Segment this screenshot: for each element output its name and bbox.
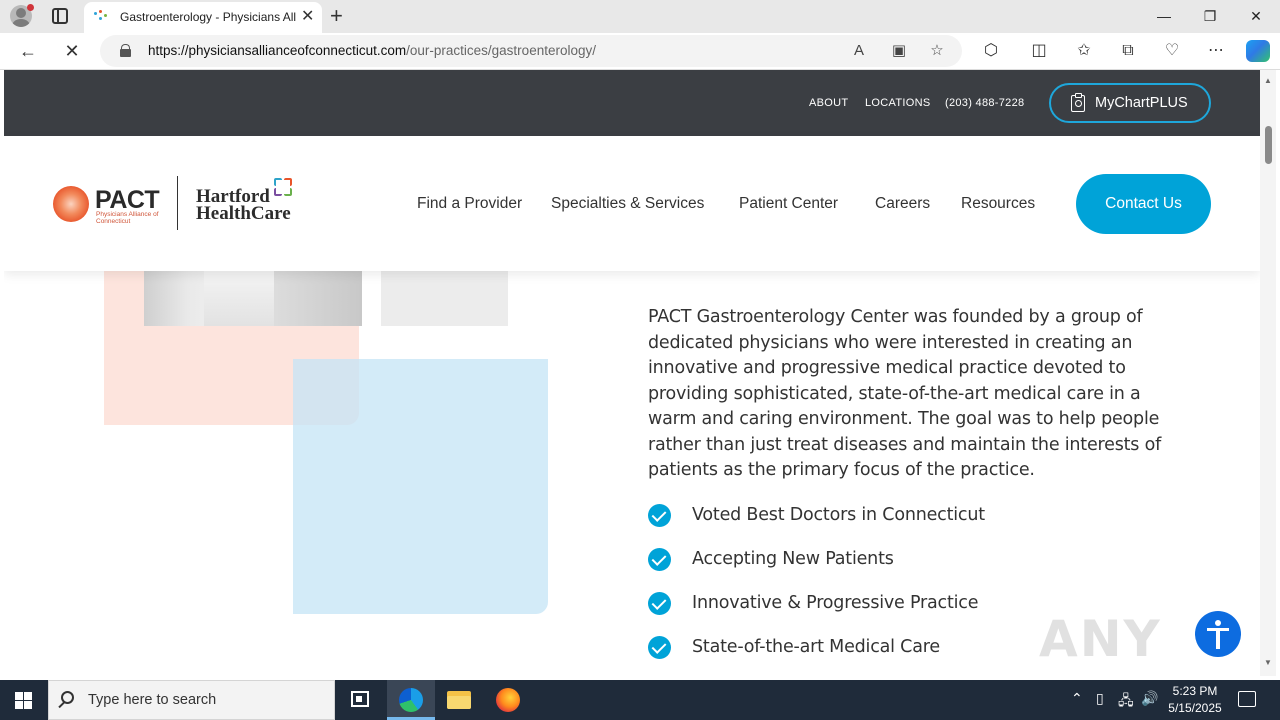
- nav-careers[interactable]: Careers: [875, 195, 930, 213]
- clock-time: 5:23 PM: [1172, 684, 1218, 698]
- browser-tab-active[interactable]: Gastroenterology - Physicians Alli ✕: [84, 2, 322, 33]
- phone-link[interactable]: (203) 488-7228: [945, 97, 1024, 109]
- clipboard-icon: [1071, 93, 1085, 112]
- checkmark-icon: [648, 548, 671, 571]
- page-viewport: ABOUT LOCATIONS (203) 488-7228 MyChartPL…: [4, 70, 1260, 676]
- nav-find-a-provider[interactable]: Find a Provider: [417, 195, 522, 213]
- scroll-up-arrow-icon[interactable]: ▲: [1264, 76, 1272, 85]
- site-favicon-icon: [94, 10, 110, 24]
- windows-start-icon[interactable]: [15, 692, 32, 709]
- intro-paragraph: PACT Gastroenterology Center was founded…: [648, 307, 1162, 480]
- scroll-down-arrow-icon[interactable]: ▼: [1264, 658, 1272, 667]
- clock-date: 5/15/2025: [1168, 701, 1222, 715]
- feature-label: Accepting New Patients: [692, 549, 894, 569]
- checkmark-icon: [648, 592, 671, 615]
- about-link[interactable]: ABOUT: [809, 97, 848, 109]
- doctor-photo: [144, 265, 362, 326]
- feature-label: Innovative & Progressive Practice: [692, 593, 979, 613]
- hartford-healthcare-mark-icon: [272, 178, 296, 200]
- pact-logo-subtitle: Physicians Alliance of Connecticut: [96, 211, 159, 225]
- decorative-blue-block: [293, 359, 548, 614]
- favorites-icon[interactable]: ✩: [1071, 38, 1097, 64]
- nav-specialties-services[interactable]: Specialties & Services: [551, 195, 704, 213]
- feature-label: State-of-the-art Medical Care: [692, 637, 940, 657]
- nav-patient-center[interactable]: Patient Center: [739, 195, 838, 213]
- split-screen-icon[interactable]: ◫: [1026, 38, 1052, 64]
- logo-divider: [177, 176, 178, 230]
- main-header: PACT Physicians Alliance of Connecticut …: [4, 136, 1260, 271]
- taskbar-clock[interactable]: 5:23 PM 5/15/2025: [1160, 683, 1230, 717]
- more-menu-icon[interactable]: ⋯: [1203, 38, 1229, 64]
- read-aloud-icon[interactable]: A: [848, 41, 870, 61]
- page-scrollbar[interactable]: ▲ ▼: [1260, 70, 1276, 676]
- browser-tab-bar: Gastroenterology - Physicians Alli ✕ + —…: [0, 0, 1280, 33]
- checkmark-icon: [648, 504, 671, 527]
- lock-icon[interactable]: [120, 44, 131, 57]
- tab-title: Gastroenterology - Physicians Alli: [120, 10, 296, 24]
- windows-taskbar: Type here to search ⌃ ▯ 🖧 🔊 5:23 PM 5/15…: [0, 680, 1280, 720]
- profile-notification-dot: [27, 4, 34, 11]
- accessibility-button[interactable]: [1195, 611, 1241, 657]
- feature-label: Voted Best Doctors in Connecticut: [692, 505, 985, 525]
- tray-chevron-up-icon[interactable]: ⌃: [1071, 690, 1083, 707]
- mychart-button[interactable]: MyChartPLUS: [1049, 83, 1211, 123]
- taskbar-file-explorer[interactable]: [435, 680, 483, 720]
- task-view-icon: [351, 691, 369, 707]
- locations-link[interactable]: LOCATIONS: [865, 97, 930, 109]
- copilot-icon[interactable]: [1246, 40, 1270, 62]
- scrollbar-thumb[interactable]: [1265, 126, 1272, 164]
- close-window-button[interactable]: ✕: [1233, 0, 1279, 32]
- extensions-icon[interactable]: ⬡: [978, 38, 1004, 64]
- tray-device-icon[interactable]: ▯: [1096, 690, 1104, 707]
- edge-browser-icon: [399, 688, 423, 712]
- utility-header: ABOUT LOCATIONS (203) 488-7228 MyChartPL…: [4, 70, 1260, 136]
- new-tab-button[interactable]: +: [330, 2, 343, 30]
- accessibility-person-icon: [1216, 629, 1220, 649]
- back-arrow-icon[interactable]: ←: [14, 37, 42, 65]
- taskbar-search-box[interactable]: Type here to search: [48, 680, 335, 720]
- stop-loading-icon[interactable]: ✕: [58, 37, 86, 65]
- contact-us-button[interactable]: Contact Us: [1076, 174, 1211, 234]
- clinic-photo: [381, 265, 508, 326]
- nav-resources[interactable]: Resources: [961, 195, 1035, 213]
- collections-icon[interactable]: ⧉: [1115, 38, 1141, 64]
- notification-center-icon[interactable]: [1238, 691, 1256, 707]
- network-icon[interactable]: 🖧: [1118, 690, 1134, 714]
- tab-close-icon[interactable]: ✕: [301, 7, 314, 27]
- hhc-line-2: HealthCare: [196, 203, 291, 224]
- favorite-star-icon[interactable]: ☆: [926, 41, 948, 61]
- browser-essentials-icon[interactable]: ♡: [1159, 38, 1185, 64]
- firefox-icon: [496, 688, 520, 712]
- checkmark-icon: [648, 636, 671, 659]
- taskbar-edge[interactable]: [387, 680, 435, 720]
- minimize-button[interactable]: —: [1141, 0, 1187, 32]
- mychart-label: MyChartPLUS: [1095, 95, 1188, 111]
- restore-button[interactable]: ❐: [1187, 0, 1233, 32]
- file-explorer-icon: [447, 691, 471, 709]
- url-field[interactable]: https://physiciansallianceofconnecticut.…: [100, 35, 962, 67]
- immersive-reader-icon[interactable]: ▣: [888, 41, 910, 61]
- task-view-button[interactable]: [336, 680, 384, 720]
- volume-icon[interactable]: 🔊: [1141, 690, 1158, 707]
- taskbar-firefox[interactable]: [484, 680, 532, 720]
- url-text[interactable]: https://physiciansallianceofconnecticut.…: [148, 43, 596, 58]
- search-icon: [61, 691, 74, 704]
- tab-actions-icon[interactable]: [52, 8, 68, 24]
- search-placeholder: Type here to search: [88, 692, 217, 708]
- pact-logo-icon: [53, 186, 89, 222]
